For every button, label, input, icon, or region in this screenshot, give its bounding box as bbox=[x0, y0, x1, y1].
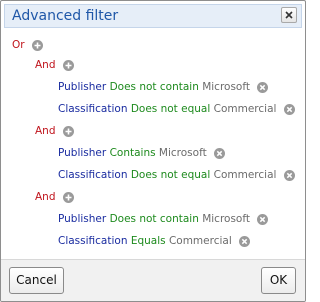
condition-field[interactable]: Publisher bbox=[58, 147, 106, 159]
group-operator-row: And bbox=[35, 189, 74, 205]
condition-row: Classification Does not equal Commercial bbox=[58, 101, 295, 117]
condition-row: Publisher Contains Microsoft bbox=[58, 145, 226, 161]
root-operator[interactable]: Or bbox=[12, 39, 25, 51]
add-icon[interactable] bbox=[31, 39, 43, 51]
condition-comparison[interactable]: Equals bbox=[131, 235, 166, 247]
condition-field[interactable]: Classification bbox=[58, 235, 127, 247]
remove-icon[interactable] bbox=[283, 169, 295, 181]
condition-row: Publisher Does not contain Microsoft bbox=[58, 79, 269, 95]
condition-value[interactable]: Microsoft bbox=[202, 213, 250, 225]
root-operator-row: Or bbox=[12, 37, 43, 53]
condition-comparison[interactable]: Does not contain bbox=[110, 81, 199, 93]
close-icon bbox=[285, 11, 293, 19]
group-operator-row: And bbox=[35, 57, 74, 73]
group-operator[interactable]: And bbox=[35, 125, 56, 137]
condition-field[interactable]: Classification bbox=[58, 169, 127, 181]
remove-icon[interactable] bbox=[257, 213, 269, 225]
dialog-title: Advanced filter bbox=[12, 8, 119, 24]
add-icon[interactable] bbox=[62, 191, 74, 203]
remove-icon[interactable] bbox=[214, 147, 226, 159]
remove-icon[interactable] bbox=[257, 81, 269, 93]
condition-value[interactable]: Commercial bbox=[214, 103, 277, 115]
dialog-footer: Cancel OK bbox=[1, 259, 305, 301]
ok-button[interactable]: OK bbox=[261, 267, 296, 294]
group-operator[interactable]: And bbox=[35, 59, 56, 71]
condition-row: Classification Equals Commercial bbox=[58, 233, 251, 249]
group-operator-row: And bbox=[35, 123, 74, 139]
condition-row: Publisher Does not contain Microsoft bbox=[58, 211, 269, 227]
remove-icon[interactable] bbox=[239, 235, 251, 247]
condition-field[interactable]: Publisher bbox=[58, 213, 106, 225]
condition-value[interactable]: Commercial bbox=[214, 169, 277, 181]
filter-tree: Or And Publisher Does not contain Micros… bbox=[1, 31, 305, 259]
add-icon[interactable] bbox=[62, 59, 74, 71]
condition-comparison[interactable]: Does not equal bbox=[131, 103, 210, 115]
advanced-filter-dialog: Advanced filter Or And Publisher Does no… bbox=[0, 0, 306, 302]
condition-value[interactable]: Microsoft bbox=[202, 81, 250, 93]
add-icon[interactable] bbox=[62, 125, 74, 137]
dialog-titlebar: Advanced filter bbox=[4, 4, 302, 28]
cancel-button[interactable]: Cancel bbox=[9, 267, 64, 294]
condition-row: Classification Does not equal Commercial bbox=[58, 167, 295, 183]
condition-comparison[interactable]: Does not contain bbox=[110, 213, 199, 225]
condition-field[interactable]: Classification bbox=[58, 103, 127, 115]
condition-value[interactable]: Commercial bbox=[169, 235, 232, 247]
condition-comparison[interactable]: Does not equal bbox=[131, 169, 210, 181]
close-button[interactable] bbox=[281, 7, 297, 23]
condition-comparison[interactable]: Contains bbox=[110, 147, 156, 159]
remove-icon[interactable] bbox=[283, 103, 295, 115]
group-operator[interactable]: And bbox=[35, 191, 56, 203]
condition-value[interactable]: Microsoft bbox=[159, 147, 207, 159]
condition-field[interactable]: Publisher bbox=[58, 81, 106, 93]
